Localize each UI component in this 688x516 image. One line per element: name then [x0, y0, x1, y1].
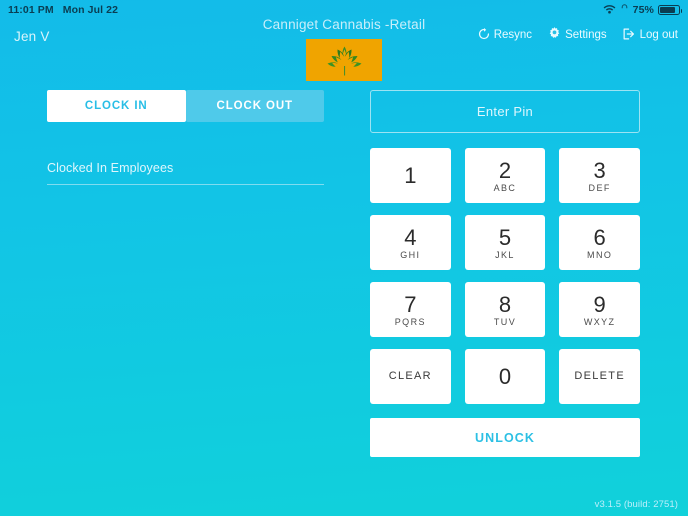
keypad-letters: DEF — [588, 182, 611, 193]
keypad-digit: 5 — [498, 224, 512, 250]
keypad-letters: GHI — [400, 249, 421, 260]
keypad-digit: 7 — [404, 291, 417, 317]
keypad-key-1[interactable]: 1 — [370, 148, 451, 203]
keypad-digit: 0 — [498, 364, 512, 389]
keypad-key-5[interactable]: 5 JKL — [464, 215, 546, 270]
logout-icon — [623, 28, 636, 43]
pin-entry-panel: 1 2 ABC 3 DEF 4 GHI 5 JKL 6 MNO 7 PQRS 8… — [370, 90, 640, 457]
keypad-delete-label: DELETE — [574, 370, 625, 382]
status-bar-left: 11:01 PM Mon Jul 22 — [8, 4, 118, 16]
battery-percentage: 75% — [632, 4, 654, 16]
clock-panel: CLOCK IN CLOCK OUT Clocked In Employees — [47, 90, 324, 225]
brand-block: Canniget Cannabis -Retail — [0, 16, 688, 81]
keypad-digit: 1 — [404, 163, 417, 188]
keypad-key-7[interactable]: 7 PQRS — [370, 282, 451, 337]
clocked-in-employees-label: Clocked In Employees — [47, 161, 324, 185]
logout-button[interactable]: Log out — [623, 28, 678, 43]
keypad-digit: 8 — [498, 291, 512, 317]
keypad-letters: TUV — [493, 316, 517, 327]
keypad-delete-button[interactable]: DELETE — [559, 349, 640, 404]
keypad-clear-label: CLEAR — [388, 370, 432, 382]
app-header: Jen V Canniget Cannabis -Retail Resync S… — [0, 17, 688, 81]
cannabis-leaf-icon — [324, 40, 364, 81]
keypad-digit: 4 — [404, 224, 417, 250]
keypad-digit: 9 — [593, 291, 606, 317]
keypad-letters: PQRS — [394, 316, 426, 327]
keypad-digit: 6 — [593, 224, 606, 250]
keypad-clear-button[interactable]: CLEAR — [370, 349, 451, 404]
keypad-key-3[interactable]: 3 DEF — [559, 148, 640, 203]
resync-button[interactable]: Resync — [478, 27, 533, 43]
logout-label: Log out — [639, 29, 678, 41]
header-actions: Resync Settings Log out — [478, 27, 678, 43]
keypad-letters: ABC — [493, 182, 517, 193]
keypad-digit: 3 — [593, 157, 606, 183]
keypad-letters: MNO — [587, 249, 613, 260]
keypad-digit: 2 — [498, 157, 512, 183]
resync-label: Resync — [493, 29, 533, 41]
keypad-key-8[interactable]: 8 TUV — [464, 282, 546, 337]
pin-keypad: 1 2 ABC 3 DEF 4 GHI 5 JKL 6 MNO 7 PQRS 8… — [370, 148, 640, 404]
tab-clock-in[interactable]: CLOCK IN — [47, 90, 186, 122]
keypad-key-2[interactable]: 2 ABC — [464, 148, 546, 203]
keypad-letters: WXYZ — [583, 316, 616, 327]
refresh-icon — [478, 27, 490, 43]
settings-button[interactable]: Settings — [548, 27, 607, 43]
app-version-label: v3.1.5 (build: 2751) — [594, 499, 678, 510]
unlock-button[interactable]: UNLOCK — [370, 418, 640, 457]
wifi-icon — [603, 4, 616, 17]
settings-label: Settings — [565, 29, 607, 41]
status-bar-right: 75% — [603, 3, 682, 17]
tab-clock-out[interactable]: CLOCK OUT — [185, 90, 324, 122]
status-bar-date: Mon Jul 22 — [62, 4, 119, 16]
keypad-key-9[interactable]: 9 WXYZ — [559, 282, 640, 337]
keypad-key-4[interactable]: 4 GHI — [370, 215, 451, 270]
keypad-letters: JKL — [495, 249, 515, 260]
status-bar-time: 11:01 PM — [8, 4, 54, 16]
clock-tabs: CLOCK IN CLOCK OUT — [47, 90, 324, 122]
keypad-key-0[interactable]: 0 — [464, 349, 546, 404]
clocked-in-employees-list — [47, 185, 324, 225]
store-logo — [306, 39, 382, 81]
battery-icon — [658, 5, 682, 15]
rotation-lock-icon — [620, 3, 629, 17]
gear-icon — [548, 27, 561, 43]
pin-input[interactable] — [370, 90, 640, 133]
keypad-key-6[interactable]: 6 MNO — [559, 215, 640, 270]
